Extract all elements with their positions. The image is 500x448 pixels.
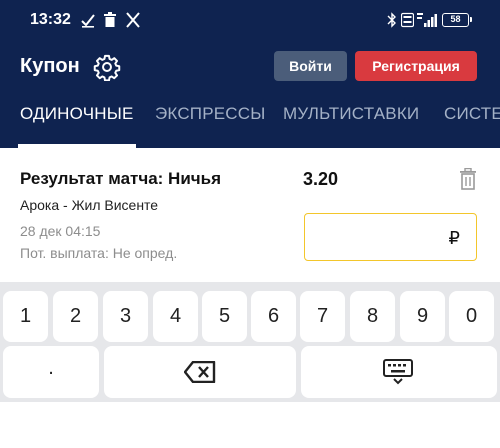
key-7[interactable]: 7 — [300, 291, 345, 342]
page-title: Купон — [20, 55, 80, 77]
key-2[interactable]: 2 — [53, 291, 98, 342]
key-dot[interactable]: . — [3, 346, 99, 398]
status-time: 13:32 — [30, 11, 71, 28]
numeric-keyboard: 1 2 3 4 5 6 7 8 9 0 . — [0, 282, 500, 402]
key-0[interactable]: 0 — [449, 291, 494, 342]
keyboard-hide-icon — [383, 359, 413, 385]
bottom-area — [0, 402, 500, 448]
potential-payout: Пот. выплата: Не опред. — [20, 245, 178, 261]
tab-express[interactable]: ЭКСПРЕССЫ — [155, 104, 266, 124]
login-button[interactable]: Войти — [274, 51, 347, 81]
bet-card: Результат матча: Ничья 3.20 Арока - Жил … — [0, 148, 500, 282]
signal-4g-icon — [417, 13, 437, 27]
key-3[interactable]: 3 — [103, 291, 148, 342]
status-bar: 13:32 58 — [0, 0, 500, 40]
trash-icon[interactable] — [459, 168, 477, 190]
bluetooth-icon — [387, 12, 396, 28]
match-datetime: 28 дек 04:15 — [20, 223, 101, 239]
x-app-icon — [126, 12, 140, 28]
battery-icon: 58 — [442, 13, 472, 27]
stake-input[interactable]: ₽ — [304, 213, 477, 261]
bet-market: Результат матча: Ничья — [20, 169, 222, 188]
tab-multibets[interactable]: МУЛЬТИСТАВКИ — [283, 104, 419, 124]
bet-odds: 3.20 — [303, 169, 339, 189]
backspace-icon — [184, 361, 216, 383]
volte-icon — [401, 12, 414, 28]
match-teams: Арока - Жил Висенте — [20, 197, 159, 213]
download-done-icon — [81, 14, 95, 28]
bet-type-tabs: ОДИНОЧНЫЕ ЭКСПРЕССЫ МУЛЬТИСТАВКИ СИСТЕ — [0, 98, 500, 148]
key-5[interactable]: 5 — [202, 291, 247, 342]
tab-systems[interactable]: СИСТЕ — [444, 104, 500, 124]
key-8[interactable]: 8 — [350, 291, 395, 342]
tab-singles[interactable]: ОДИНОЧНЫЕ — [20, 104, 134, 124]
hide-keyboard-key[interactable] — [301, 346, 497, 398]
key-9[interactable]: 9 — [400, 291, 445, 342]
key-4[interactable]: 4 — [153, 291, 198, 342]
gear-icon[interactable] — [93, 53, 121, 81]
top-app-bar: 13:32 58 Купон Войти Регистрация ОДИНОЧН… — [0, 0, 500, 148]
key-6[interactable]: 6 — [251, 291, 296, 342]
key-1[interactable]: 1 — [3, 291, 48, 342]
register-button[interactable]: Регистрация — [355, 51, 477, 81]
currency-symbol: ₽ — [448, 228, 460, 248]
trash-status-icon — [104, 12, 116, 27]
backspace-key[interactable] — [104, 346, 296, 398]
